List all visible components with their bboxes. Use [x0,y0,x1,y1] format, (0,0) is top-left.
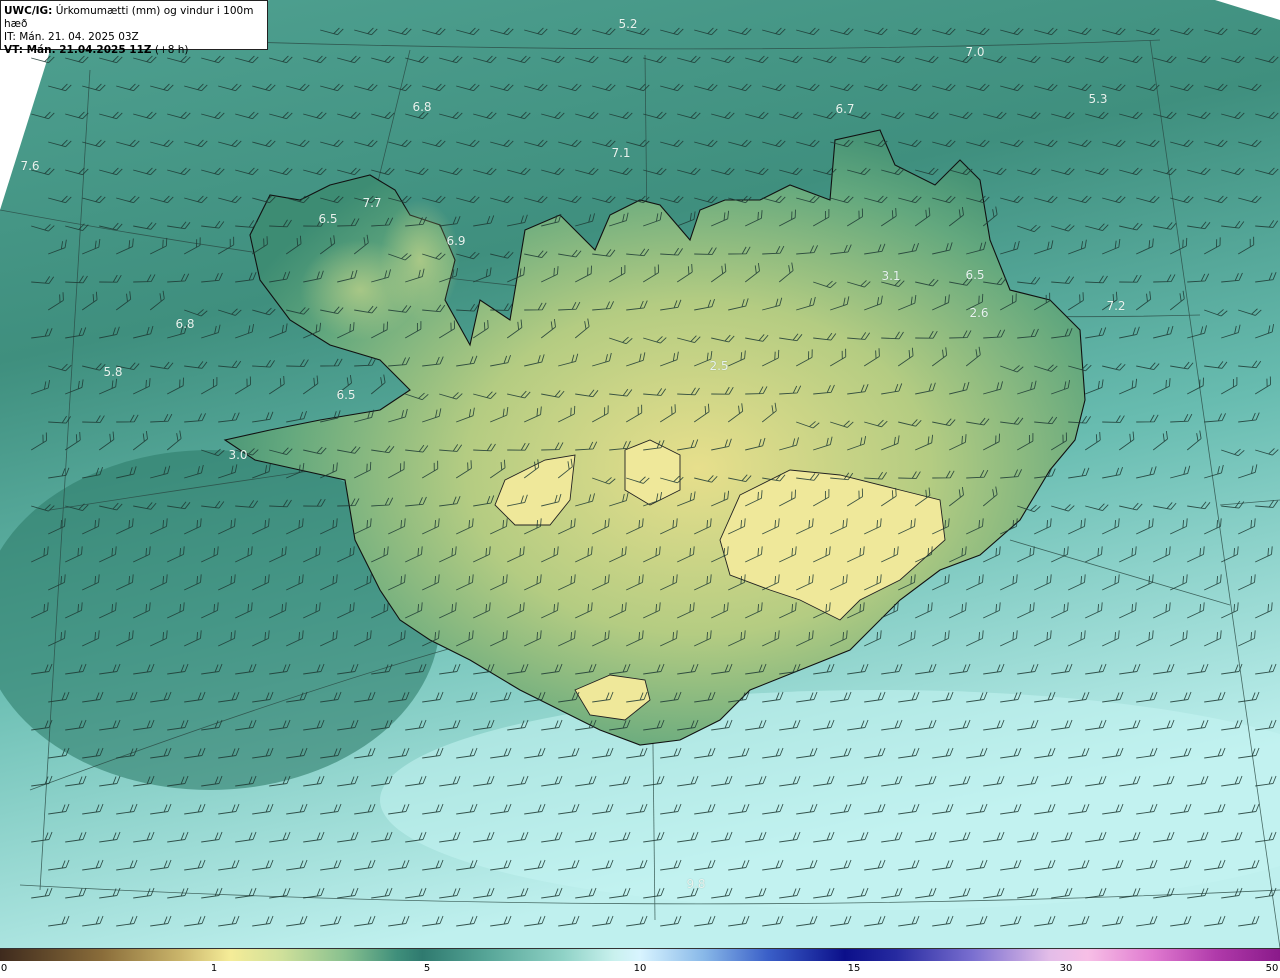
precip-value-label: 2.5 [709,359,729,373]
precip-value-label: 7.6 [20,159,40,173]
precip-value-label: 6.5 [336,388,356,402]
forecast-offset: (+8 h) [151,44,189,56]
precip-value-label: 2.6 [969,306,989,320]
precip-value-label: 3.0 [228,448,248,462]
precip-value-label: 6.8 [412,100,432,114]
map-title-box: UWC/IG: Úrkomumætti (mm) og vindur i 100… [0,0,268,56]
precip-value-label: 7.0 [965,45,985,59]
precip-value-label: 7.1 [611,146,631,160]
initial-time: IT: Mán. 21. 04. 2025 03Z [4,31,139,43]
colorbar-tick-label: 0 [0,963,8,974]
precip-value-label: 6.5 [318,212,338,226]
precip-value-label: 9.8 [686,877,706,891]
colorbar-tick-label: 30 [1059,963,1073,974]
colorbar-tick-label: 1 [210,963,218,974]
colorbar-tick-label: 5 [423,963,431,974]
model-name: UWC/IG: [4,5,53,17]
colorbar-tick-label: 10 [633,963,647,974]
precip-value-label: 6.8 [175,317,195,331]
precip-value-label: 6.5 [965,268,985,282]
colorbar-ticks: 0 1 5 10 15 30 50 [0,960,1280,978]
precip-value-label: 6.9 [446,234,466,248]
colorbar-tick-label: 50 [1265,963,1279,974]
precip-value-label: 7.7 [362,196,382,210]
precip-value-label: 5.3 [1088,92,1108,106]
precip-value-label: 6.7 [835,102,855,116]
precip-value-label: 3.1 [881,269,901,283]
forecast-map [0,0,1280,948]
valid-time: VT: Mán. 21.04.2025 11Z [4,44,152,56]
precip-value-label: 7.2 [1106,299,1126,313]
precip-value-label: 5.8 [103,365,123,379]
precip-value-label: 5.2 [618,17,638,31]
colorbar-tick-label: 15 [847,963,861,974]
